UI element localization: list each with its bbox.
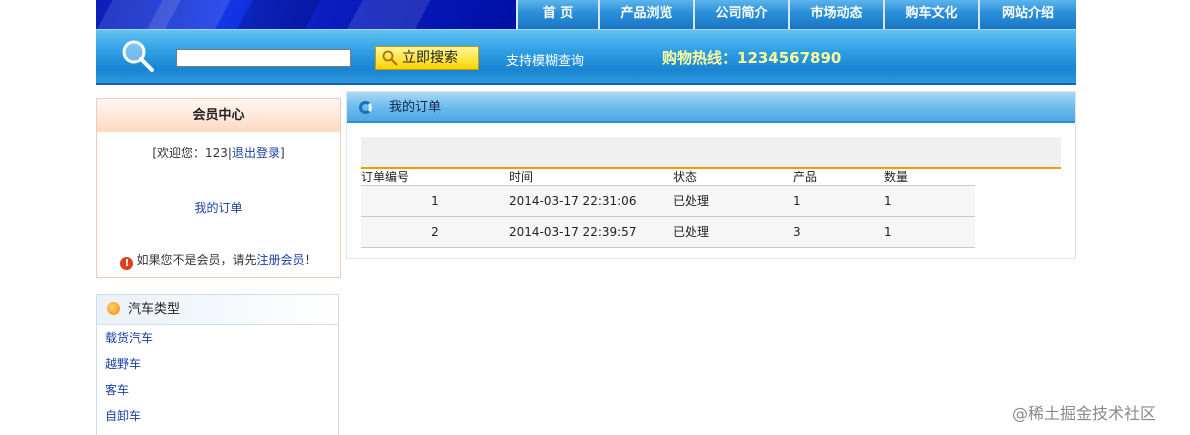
orders-panel: 我的订单 订单编号 时间 状态 产品 数量 1 2014-03-17 22:31…: [346, 91, 1076, 259]
notice-prefix: 如果您不是会员，请先: [136, 253, 257, 267]
logout-link[interactable]: 退出登录: [232, 146, 280, 160]
page: 首 页 产品浏览 公司简介 市场动态 购车文化 网站介绍 立即搜索 支持模糊查询…: [0, 0, 1190, 435]
car-types-panel: 汽车类型 载货汽车 越野车 客车 自卸车: [96, 294, 339, 435]
cell-time: 2014-03-17 22:39:57: [509, 216, 673, 248]
cell-product: 3: [793, 216, 884, 248]
cell-status: 已处理: [673, 185, 793, 217]
car-type-item[interactable]: 越野车: [105, 351, 338, 377]
member-center: 会员中心 [欢迎您：123|退出登录] 我的订单 ! 如果您不是会员，请先注册会员…: [96, 98, 341, 278]
orders-toolbar: [361, 137, 1061, 169]
cell-product: 1: [793, 185, 884, 217]
nav-item-about[interactable]: 网站介绍: [978, 0, 1076, 29]
member-center-title: 会员中心: [97, 99, 340, 132]
cell-order-id: 2: [361, 216, 509, 248]
car-type-item[interactable]: 载货汽车: [105, 325, 338, 351]
cell-order-id: 1: [361, 185, 509, 217]
orders-title: 我的订单: [347, 92, 1075, 123]
register-link[interactable]: 注册会员: [256, 253, 304, 267]
swirl-icon: [359, 101, 372, 114]
notice-suffix: ！: [304, 253, 317, 267]
bullet-icon: [107, 302, 120, 315]
main-nav: 首 页 产品浏览 公司简介 市场动态 购车文化 网站介绍: [516, 0, 1076, 29]
table-header-row: 订单编号 时间 状态 产品 数量: [361, 169, 975, 186]
nav-item-products[interactable]: 产品浏览: [598, 0, 693, 29]
welcome-suffix: ]: [279, 146, 285, 160]
car-type-item[interactable]: 客车: [105, 377, 338, 403]
my-orders-link-wrap: 我的订单: [97, 199, 340, 216]
cell-time: 2014-03-17 22:31:06: [509, 185, 673, 217]
orders-title-text: 我的订单: [389, 100, 442, 115]
col-header-status: 状态: [673, 170, 698, 184]
car-type-item[interactable]: 自卸车: [105, 403, 338, 429]
hotline: 购物热线：1234567890: [662, 49, 842, 67]
header-banner: [96, 0, 516, 29]
car-types-title: 汽车类型: [97, 295, 338, 325]
search-button[interactable]: 立即搜索: [375, 46, 479, 70]
orders-table: 订单编号 时间 状态 产品 数量 1 2014-03-17 22:31:06 已…: [361, 169, 975, 248]
col-header-time: 时间: [509, 170, 534, 184]
welcome-prefix: [欢迎您：123|: [152, 146, 232, 160]
my-orders-link[interactable]: 我的订单: [194, 201, 242, 215]
col-header-product: 产品: [793, 170, 818, 184]
nav-item-market[interactable]: 市场动态: [788, 0, 883, 29]
nav-item-culture[interactable]: 购车文化: [883, 0, 978, 29]
search-bar: 立即搜索 支持模糊查询 购物热线：1234567890: [96, 29, 1076, 85]
nav-item-company[interactable]: 公司简介: [693, 0, 788, 29]
magnifier-icon: [122, 40, 154, 72]
cell-quantity: 1: [884, 185, 975, 217]
table-row: 1 2014-03-17 22:31:06 已处理 1 1: [361, 185, 975, 217]
search-button-label: 立即搜索: [402, 50, 458, 66]
cell-quantity: 1: [884, 216, 975, 248]
car-types-title-text: 汽车类型: [128, 302, 181, 317]
col-header-order-id: 订单编号: [361, 170, 410, 184]
warning-icon: !: [120, 257, 134, 270]
car-types-list: 载货汽车 越野车 客车 自卸车: [97, 325, 338, 429]
table-row: 2 2014-03-17 22:39:57 已处理 3 1: [361, 216, 975, 248]
fuzzy-search-hint: 支持模糊查询: [506, 54, 585, 69]
nav-item-home[interactable]: 首 页: [516, 0, 598, 29]
watermark: @稀土掘金技术社区: [1012, 404, 1157, 423]
cell-status: 已处理: [673, 216, 793, 248]
search-icon: [382, 50, 398, 66]
search-input[interactable]: [176, 49, 351, 67]
col-header-quantity: 数量: [884, 170, 909, 184]
welcome-text: [欢迎您：123|退出登录]: [97, 144, 340, 161]
register-notice: ! 如果您不是会员，请先注册会员！: [97, 251, 340, 270]
